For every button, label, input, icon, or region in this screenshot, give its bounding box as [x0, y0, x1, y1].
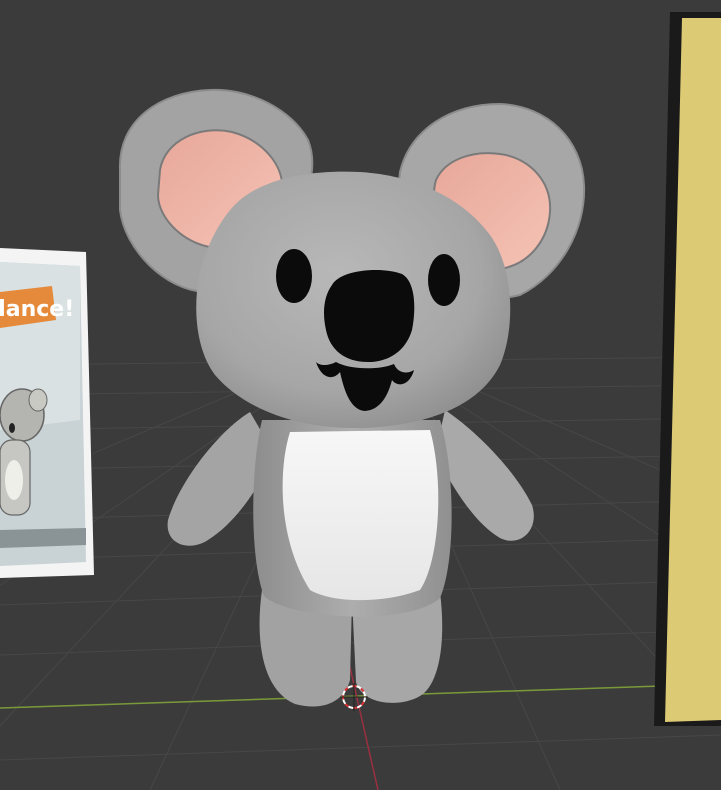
koala-left-eye [276, 249, 312, 303]
koala-model[interactable] [118, 88, 586, 707]
koala-nose [324, 269, 415, 362]
yellow-panel[interactable] [654, 12, 721, 726]
reference-image-plane[interactable]: dance! [0, 248, 94, 578]
koala-right-eye [428, 254, 460, 306]
3d-viewport[interactable]: dance! [0, 0, 721, 790]
viewport-scene[interactable]: dance! [0, 0, 721, 790]
reference-sign-text: dance! [0, 297, 74, 322]
koala-belly [282, 430, 439, 601]
